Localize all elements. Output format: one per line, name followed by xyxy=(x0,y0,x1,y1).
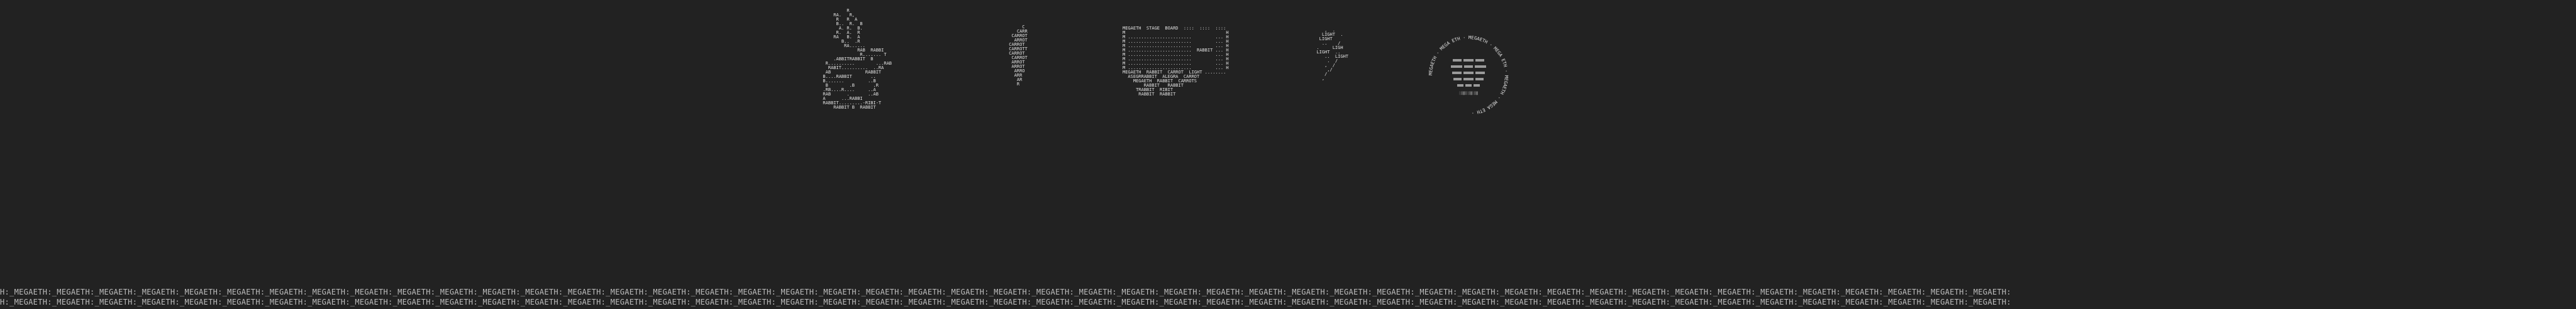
seal-center-text: ░▒▓▒░▒▓░▒▓ xyxy=(1459,91,1478,95)
board-ascii-art: MEGAETH STAGE BOARD :::: :::: :::: M H M… xyxy=(1123,26,1229,97)
seal-ring-textpath: MEGAETH · MEGA ETH · MEGAETH · MEGA ETH … xyxy=(1428,35,1509,116)
megaeth-seal-icon: MEGAETH · MEGA ETH · MEGAETH · MEGA ETH … xyxy=(1428,35,1509,116)
megaeth-ticker-line-1: H:_MEGAETH:_MEGAETH:_MEGAETH:_MEGAETH:_M… xyxy=(0,288,2011,296)
carrot-ascii-art: C CARR CARROT ARROT CARROT CARROTT CARRO… xyxy=(1009,24,1028,87)
seal-ring-text: MEGAETH · MEGA ETH · MEGAETH · MEGA ETH … xyxy=(1428,35,1509,116)
megaeth-ticker-line-2: H:_MEGAETH:_MEGAETH:_MEGAETH:_MEGAETH:_M… xyxy=(0,298,2011,306)
lightning-bolt-ascii-art: , . LIGHT . LIGHT .. / . LIGH LIGHT .. .… xyxy=(1316,28,1349,81)
rabbit-ascii-art: R RA. R, R R A B.. R. B A. R. B. R. A. R… xyxy=(823,8,892,110)
seal-center-blocks xyxy=(1451,59,1486,87)
